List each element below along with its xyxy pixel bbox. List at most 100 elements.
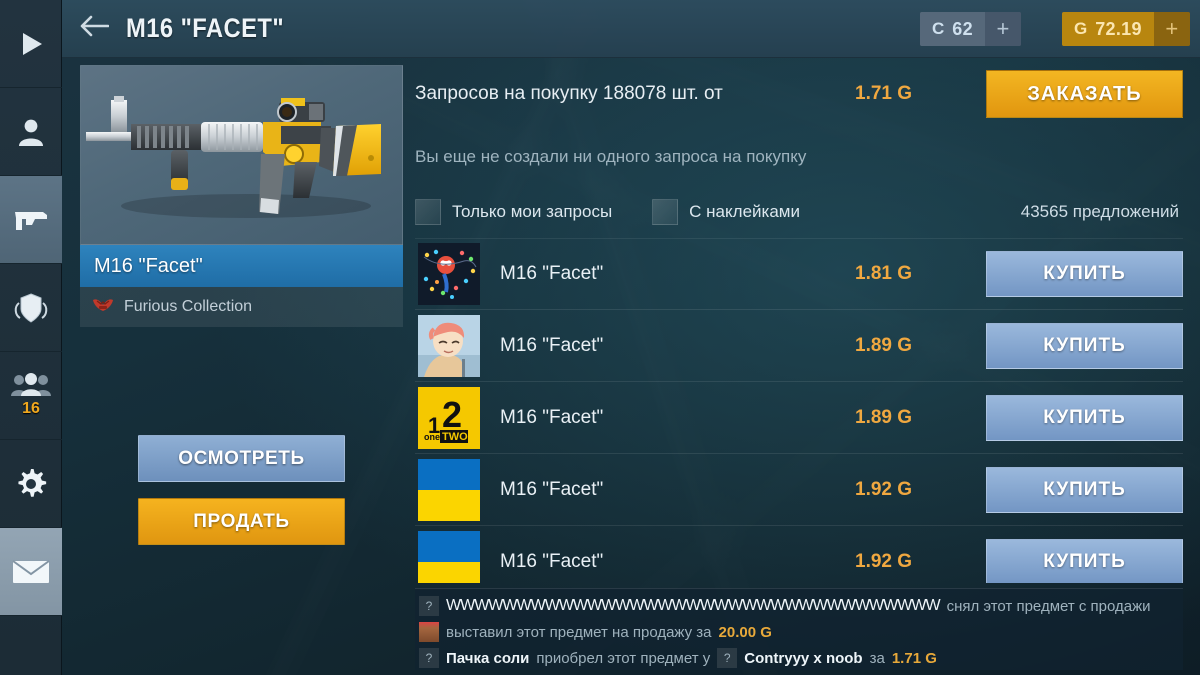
svg-text:2: 2 bbox=[442, 394, 462, 435]
filter-my-orders-label: Только мои запросы bbox=[452, 202, 613, 221]
offers-count: 43565 предложений bbox=[1020, 202, 1179, 221]
sidebar-item-weapons[interactable] bbox=[0, 176, 62, 264]
buy-button[interactable]: КУПИТЬ bbox=[986, 322, 1183, 369]
svg-text:TWO: TWO bbox=[442, 431, 468, 443]
gear-icon bbox=[14, 467, 48, 501]
buy-button[interactable]: КУПИТЬ bbox=[986, 251, 1183, 297]
log-action-text: выставил этот предмет на продажу за bbox=[446, 623, 712, 641]
add-credits-button[interactable]: + bbox=[984, 12, 1021, 46]
log-username: WWWWWWWWWWWWWWWWWWWWWWWWWWWWWWWWWWW bbox=[446, 597, 941, 614]
market-panel: Запросов на покупку 188078 шт. от 1.71 G… bbox=[415, 60, 1183, 590]
play-icon bbox=[14, 27, 48, 61]
gold-value: 72.19 bbox=[1095, 18, 1142, 39]
shield-laurel-icon bbox=[12, 291, 50, 325]
credits-balance[interactable]: C 62 + bbox=[920, 12, 1021, 46]
item-name-bar: M16 "Facet" bbox=[80, 245, 403, 287]
listing-item-name: M16 "Facet" bbox=[500, 550, 604, 572]
buy-button[interactable]: КУПИТЬ bbox=[986, 394, 1183, 441]
unknown-avatar: ? bbox=[419, 596, 439, 616]
filter-with-stickers[interactable]: С наклейками bbox=[652, 199, 800, 225]
listing-item-name: M16 "Facet" bbox=[500, 263, 604, 284]
unknown-avatar-secondary: ? bbox=[717, 648, 738, 668]
gold-balance[interactable]: G 72.19 + bbox=[1062, 12, 1190, 46]
log-action-text-secondary: за bbox=[869, 649, 885, 667]
log-amount: 1.71 G bbox=[891, 649, 937, 667]
table-row[interactable]: M16 "Facet" 1.81 G КУПИТЬ bbox=[415, 238, 1183, 310]
sidebar-item-play[interactable] bbox=[0, 0, 62, 88]
item-collection-name: Furious Collection bbox=[124, 298, 253, 315]
listing-list: M16 "Facet" 1.81 G КУПИТЬ M16 "Facet" 1.… bbox=[415, 238, 1183, 583]
sell-button[interactable]: ПРОДАТЬ bbox=[138, 498, 345, 545]
table-row[interactable]: 1 2 one TWO M16 "Facet" 1.89 G КУПИТЬ bbox=[415, 382, 1183, 454]
list-item: ? WWWWWWWWWWWWWWWWWWWWWWWWWWWWWWWWWWW сн… bbox=[419, 593, 1183, 619]
pistol-icon bbox=[13, 206, 49, 234]
item-collection-bar: Furious Collection bbox=[80, 287, 403, 327]
log-amount: 20.00 G bbox=[718, 623, 772, 641]
list-item: выставил этот предмет на продажу за 20.0… bbox=[419, 619, 1183, 645]
credits-icon: C bbox=[932, 19, 945, 38]
buy-order-summary-row: Запросов на покупку 188078 шт. от 1.71 G… bbox=[415, 60, 1183, 128]
inspect-button[interactable]: ОСМОТРЕТЬ bbox=[138, 435, 345, 482]
log-username: Пачка соли bbox=[446, 649, 530, 667]
santa-girl-avatar bbox=[419, 622, 439, 642]
log-action-text: снял этот предмет с продажи bbox=[946, 597, 1151, 615]
friends-icon bbox=[10, 373, 52, 397]
listing-price: 1.81 G bbox=[855, 263, 913, 284]
back-arrow-icon bbox=[79, 15, 110, 42]
furious-collection-icon bbox=[91, 296, 115, 319]
listing-item-name: M16 "Facet" bbox=[500, 478, 604, 500]
sidebar-item-mail[interactable] bbox=[0, 528, 62, 616]
m16-facet-rifle-image bbox=[81, 66, 402, 244]
gold-amount-group: G 72.19 bbox=[1062, 12, 1154, 46]
unknown-avatar: ? bbox=[419, 648, 439, 668]
log-action-text: приобрел этот предмет у bbox=[536, 649, 711, 667]
svg-text:one: one bbox=[424, 432, 440, 442]
envelope-icon bbox=[12, 559, 50, 585]
credits-amount-group: C 62 bbox=[920, 12, 985, 46]
credits-value: 62 bbox=[952, 18, 973, 39]
list-item: ? Пачка соли приобрел этот предмет у ? C… bbox=[419, 645, 1183, 671]
top-bar: M16 "FACET" C 62 + G 72.19 + bbox=[62, 0, 1200, 58]
table-row[interactable]: M16 "Facet" 1.89 G КУПИТЬ bbox=[415, 310, 1183, 382]
checkbox-with-stickers[interactable] bbox=[652, 199, 679, 225]
listing-price: 1.92 G bbox=[855, 550, 913, 572]
weapon-preview[interactable] bbox=[80, 65, 403, 245]
person-icon bbox=[15, 116, 47, 148]
ukraine-flag-avatar bbox=[418, 458, 480, 521]
item-name: M16 "Facet" bbox=[94, 254, 203, 277]
one-two-logo-avatar: 1 2 one TWO bbox=[418, 386, 480, 449]
market-filters: Только мои запросы С наклейками 43565 пр… bbox=[415, 186, 1183, 238]
listing-item-name: M16 "Facet" bbox=[500, 406, 604, 428]
item-detail-panel: M16 "Facet" Furious Collection ОСМОТРЕТЬ… bbox=[75, 58, 408, 655]
filter-with-stickers-label: С наклейками bbox=[689, 202, 800, 221]
buy-button[interactable]: КУПИТЬ bbox=[986, 538, 1183, 583]
gold-icon: G bbox=[1074, 19, 1088, 38]
checkbox-my-orders[interactable] bbox=[415, 199, 441, 225]
table-row[interactable]: M16 "Facet" 1.92 G КУПИТЬ bbox=[415, 454, 1183, 526]
listing-price: 1.89 G bbox=[855, 406, 913, 428]
table-row[interactable]: M16 "Facet" 1.92 G КУПИТЬ bbox=[415, 526, 1183, 583]
filter-my-orders[interactable]: Только мои запросы bbox=[415, 199, 612, 225]
sidebar-item-friends[interactable]: 16 bbox=[0, 352, 62, 440]
page-title: M16 "FACET" bbox=[126, 13, 285, 43]
left-nav-rail: 16 bbox=[0, 0, 62, 675]
anime-pink-hair-avatar bbox=[418, 314, 480, 377]
sidebar-item-rank[interactable] bbox=[0, 264, 62, 352]
listing-item-name: M16 "Facet" bbox=[500, 334, 604, 356]
app-root: 16 M16 "FACET" C 62 + G 72.19 + M16 "Fac… bbox=[0, 0, 1200, 675]
sidebar-item-profile[interactable] bbox=[0, 88, 62, 176]
no-orders-message: Вы еще не создали ни одного запроса на п… bbox=[415, 147, 807, 166]
friends-count-badge: 16 bbox=[22, 400, 40, 417]
ukraine-flag-avatar bbox=[418, 530, 480, 583]
buy-order-price: 1.71 G bbox=[855, 83, 913, 104]
activity-log: ? WWWWWWWWWWWWWWWWWWWWWWWWWWWWWWWWWWW сн… bbox=[415, 588, 1183, 670]
sidebar-item-settings[interactable] bbox=[0, 440, 62, 528]
add-gold-button[interactable]: + bbox=[1153, 12, 1190, 46]
back-button[interactable] bbox=[62, 15, 126, 42]
log-username-secondary: Contryyy x noob bbox=[744, 649, 863, 667]
buy-order-text: Запросов на покупку 188078 шт. от bbox=[415, 83, 723, 104]
listing-price: 1.92 G bbox=[855, 478, 913, 500]
place-order-button[interactable]: ЗАКАЗАТЬ bbox=[986, 70, 1183, 118]
buy-button[interactable]: КУПИТЬ bbox=[986, 466, 1183, 513]
listing-price: 1.89 G bbox=[855, 334, 913, 356]
